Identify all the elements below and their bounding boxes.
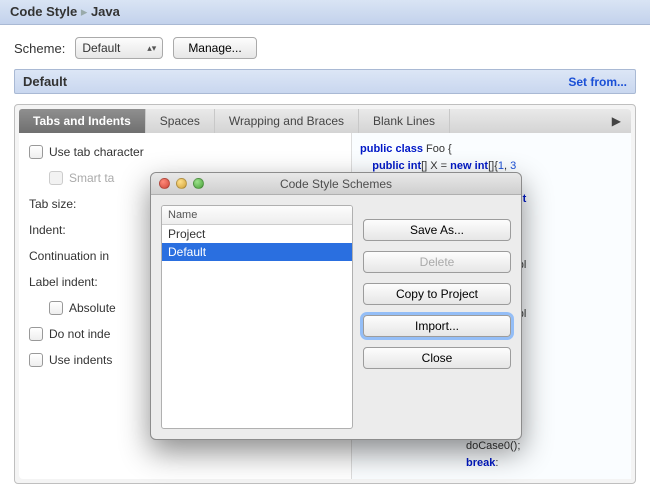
tab-wrapping[interactable]: Wrapping and Braces <box>215 109 359 133</box>
tab-bar: Tabs and Indents Spaces Wrapping and Bra… <box>19 109 631 133</box>
use-indents-label: Use indents <box>49 353 112 367</box>
label-indent-label: Label indent: <box>29 275 98 289</box>
breadcrumb-parent[interactable]: Code Style <box>10 4 77 19</box>
dialog-titlebar[interactable]: Code Style Schemes <box>151 173 521 195</box>
list-header-name[interactable]: Name <box>162 206 352 225</box>
tab-spaces[interactable]: Spaces <box>146 109 215 133</box>
scheme-list: Name Project Default <box>161 205 353 429</box>
scheme-select[interactable]: Default ▴▾ <box>75 37 163 59</box>
absolute-checkbox[interactable] <box>49 301 63 315</box>
chevron-updown-icon: ▴▾ <box>147 43 156 54</box>
tab-size-label: Tab size: <box>29 197 76 211</box>
list-item-project[interactable]: Project <box>162 225 352 243</box>
set-from-link[interactable]: Set from... <box>568 75 627 89</box>
tab-tabs-indents[interactable]: Tabs and Indents <box>19 109 146 133</box>
list-item-default[interactable]: Default <box>162 243 352 261</box>
do-not-indent-label: Do not inde <box>49 327 110 341</box>
dialog-title: Code Style Schemes <box>151 177 521 191</box>
import-button[interactable]: Import... <box>363 315 511 337</box>
chevron-right-icon: ▸ <box>81 4 91 19</box>
manage-button[interactable]: Manage... <box>173 37 256 59</box>
copy-to-project-button[interactable]: Copy to Project <box>363 283 511 305</box>
use-tab-checkbox[interactable] <box>29 145 43 159</box>
smart-tabs-checkbox <box>49 171 63 185</box>
dialog-body: Name Project Default Save As... Delete C… <box>151 195 521 439</box>
save-as-button[interactable]: Save As... <box>363 219 511 241</box>
use-indents-checkbox[interactable] <box>29 353 43 367</box>
smart-tabs-label: Smart ta <box>69 171 114 185</box>
breadcrumb-current: Java <box>91 4 120 19</box>
section-title: Default <box>23 74 67 89</box>
code-style-schemes-dialog: Code Style Schemes Name Project Default … <box>150 172 522 440</box>
scheme-row: Scheme: Default ▴▾ Manage... <box>14 37 636 59</box>
do-not-indent-checkbox[interactable] <box>29 327 43 341</box>
close-button[interactable]: Close <box>363 347 511 369</box>
indent-label: Indent: <box>29 223 66 237</box>
dialog-buttons: Save As... Delete Copy to Project Import… <box>363 205 511 429</box>
use-tab-label: Use tab character <box>49 145 144 159</box>
section-header: Default Set from... <box>14 69 636 94</box>
continuation-label: Continuation in <box>29 249 109 263</box>
breadcrumb: Code Style ▸ Java <box>0 0 650 25</box>
scheme-selected: Default <box>82 41 120 55</box>
absolute-label: Absolute <box>69 301 116 315</box>
tab-overflow-icon[interactable]: ▶ <box>602 109 631 133</box>
delete-button: Delete <box>363 251 511 273</box>
tab-blank-lines[interactable]: Blank Lines <box>359 109 450 133</box>
scheme-label: Scheme: <box>14 41 65 56</box>
